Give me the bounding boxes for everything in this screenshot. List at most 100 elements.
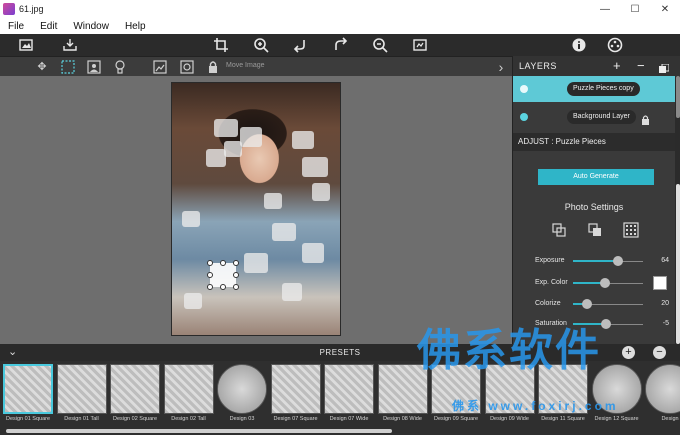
preset-thumbnail[interactable] <box>324 364 374 414</box>
puzzle-piece <box>272 223 296 241</box>
palette-icon[interactable] <box>607 37 623 53</box>
preset-caption: Design 02 Tall <box>171 416 206 422</box>
menu-edit[interactable]: Edit <box>40 21 57 32</box>
redo-icon[interactable] <box>333 37 349 53</box>
slider-knob[interactable] <box>612 256 623 266</box>
grid-settings-icon[interactable] <box>623 222 639 238</box>
selection-handle[interactable] <box>233 260 239 266</box>
fit-screen-icon[interactable] <box>412 37 428 53</box>
close-button[interactable]: ✕ <box>650 0 680 18</box>
slider-label: Colorize <box>535 300 561 307</box>
window-title: 61.jpg <box>19 4 44 14</box>
preset-item[interactable]: Design 07 Wide <box>324 364 374 434</box>
expand-panel-icon[interactable]: › <box>493 59 509 75</box>
selection-handle[interactable] <box>233 284 239 290</box>
mask-icon[interactable] <box>179 59 195 75</box>
preset-caption: Design 12 Square <box>594 416 639 422</box>
preset-item[interactable]: Design 01 Square <box>3 364 53 434</box>
canvas-area[interactable] <box>0 76 512 344</box>
selection-handle[interactable] <box>220 260 226 266</box>
layer-row-puzzle-pieces-copy[interactable]: Puzzle Pieces copy <box>513 76 675 102</box>
auto-generate-button[interactable]: Auto Generate <box>538 169 654 185</box>
move-tool-icon[interactable]: ✥ <box>34 59 50 75</box>
tool-options-bar: ✥ Move Image › <box>0 56 512 76</box>
layer-visibility-dot[interactable] <box>520 113 528 121</box>
marquee-tool-icon[interactable] <box>60 59 76 75</box>
panel-scrollbar[interactable] <box>675 76 680 344</box>
panel-scrollbar-thumb[interactable] <box>676 76 680 118</box>
colorize-slider[interactable]: Colorize 20 <box>513 296 675 312</box>
selection-handle[interactable] <box>207 284 213 290</box>
minimize-button[interactable]: — <box>590 0 620 18</box>
exp-color-swatch[interactable] <box>653 276 667 290</box>
move-image-label: Move Image <box>226 62 265 69</box>
watermark-text: 佛系软件 <box>417 326 601 375</box>
crop-icon[interactable] <box>213 37 229 53</box>
slider-knob[interactable] <box>599 278 610 288</box>
remove-layer-button[interactable]: − <box>637 58 645 73</box>
layer-lock-icon <box>641 112 650 130</box>
preset-item[interactable]: Design <box>645 364 680 434</box>
selection-handle[interactable] <box>233 272 239 278</box>
selection-handle[interactable] <box>207 272 213 278</box>
layer-visibility-dot[interactable] <box>520 85 528 93</box>
presets-scrollbar-thumb[interactable] <box>6 429 392 433</box>
preset-thumbnail[interactable] <box>270 364 321 414</box>
add-preset-button[interactable]: + <box>622 346 635 359</box>
portrait-tool-icon[interactable] <box>86 59 102 75</box>
preset-caption: Design 11 Square <box>541 416 585 422</box>
menu-bar: File Edit Window Help <box>0 18 680 34</box>
remove-preset-button[interactable]: − <box>653 346 666 359</box>
puzzle-piece <box>182 211 200 227</box>
preset-thumbnail[interactable] <box>217 364 267 414</box>
preset-thumbnail[interactable] <box>56 364 107 414</box>
preset-caption: Design 09 Wide <box>490 416 529 422</box>
preset-thumbnail[interactable] <box>110 364 160 414</box>
add-layer-button[interactable]: + <box>613 58 621 73</box>
slider-value: 20 <box>661 300 669 307</box>
lock-icon[interactable] <box>205 59 221 75</box>
menu-window[interactable]: Window <box>73 21 109 32</box>
zoom-out-icon[interactable] <box>372 37 388 53</box>
layer-name: Background Layer <box>567 110 636 124</box>
exp-color-slider[interactable]: Exp. Color <box>513 275 675 291</box>
adjust-scrollbar-thumb[interactable] <box>676 184 680 344</box>
preset-item[interactable]: Design 02 Tall <box>163 364 214 434</box>
paste-settings-icon[interactable] <box>587 222 603 238</box>
layer-name: Puzzle Pieces copy <box>567 82 640 96</box>
puzzle-piece <box>302 157 328 177</box>
image-layer-icon[interactable] <box>152 59 168 75</box>
tray-icon[interactable] <box>62 37 78 53</box>
photo-canvas[interactable] <box>171 82 341 336</box>
preset-item[interactable]: Design 07 Square <box>270 364 321 434</box>
slider-label: Exposure <box>535 257 565 264</box>
slider-value: 64 <box>661 257 669 264</box>
layer-row-background[interactable]: Background Layer <box>513 104 675 130</box>
copy-settings-icon[interactable] <box>551 222 567 238</box>
preset-item[interactable]: Design 01 Tall <box>56 364 107 434</box>
undo-icon[interactable] <box>292 37 308 53</box>
exposure-slider[interactable]: Exposure 64 <box>513 253 675 269</box>
menu-file[interactable]: File <box>8 21 24 32</box>
preset-thumbnail[interactable] <box>645 364 680 414</box>
slider-knob[interactable] <box>600 319 611 329</box>
selection-handle[interactable] <box>207 260 213 266</box>
info-icon[interactable] <box>571 37 587 53</box>
bulb-icon[interactable] <box>112 59 128 75</box>
puzzle-piece <box>302 243 324 263</box>
preset-item[interactable]: Design 03 <box>217 364 267 434</box>
layers-header: LAYERS + − <box>513 56 680 76</box>
main-toolbar <box>0 34 680 56</box>
image-icon[interactable] <box>18 37 34 53</box>
selection-handle[interactable] <box>220 284 226 290</box>
slider-value: -5 <box>662 320 669 327</box>
puzzle-piece <box>292 131 314 149</box>
maximize-button[interactable]: ☐ <box>620 0 650 18</box>
menu-help[interactable]: Help <box>125 21 146 32</box>
preset-thumbnail[interactable] <box>3 364 53 414</box>
preset-thumbnail[interactable] <box>163 364 214 414</box>
slider-knob[interactable] <box>582 299 592 309</box>
preset-item[interactable]: Design 02 Square <box>110 364 160 434</box>
zoom-in-icon[interactable] <box>253 37 269 53</box>
adjust-header: ADJUST : Puzzle Pieces <box>513 133 675 151</box>
